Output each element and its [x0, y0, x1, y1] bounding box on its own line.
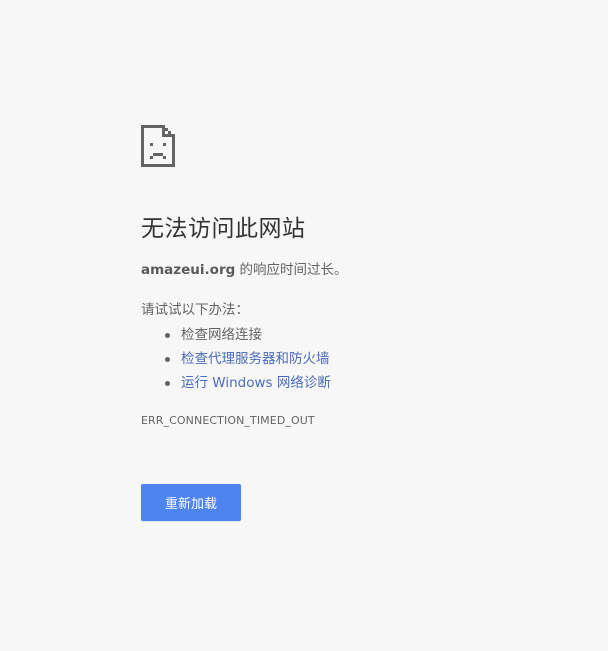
- suggestion-item: 运行 Windows 网络诊断: [165, 371, 581, 395]
- error-title: 无法访问此网站: [141, 216, 306, 242]
- suggestion-check-proxy-link[interactable]: 检查代理服务器和防火墙: [181, 351, 330, 367]
- suggestion-check-network: 检查网络连接: [181, 327, 262, 343]
- suggestion-run-diagnostics-link[interactable]: 运行 Windows 网络诊断: [181, 375, 331, 391]
- suggestion-item: 检查代理服务器和防火墙: [165, 347, 581, 371]
- suggestions-list: 检查网络连接 检查代理服务器和防火墙 运行 Windows 网络诊断: [141, 323, 581, 395]
- error-description: amazeui.org 的响应时间过长。: [141, 261, 581, 279]
- suggestion-item: 检查网络连接: [165, 323, 581, 347]
- sad-page-icon: [141, 125, 175, 167]
- error-content: 无法访问此网站 amazeui.org 的响应时间过长。 请试试以下办法： 检查…: [141, 125, 581, 427]
- site-name: amazeui.org: [141, 262, 236, 278]
- suggestions-heading: 请试试以下办法：: [141, 302, 249, 318]
- error-description-text: 的响应时间过长。: [235, 262, 348, 278]
- reload-button[interactable]: 重新加载: [141, 484, 241, 521]
- error-code: ERR_CONNECTION_TIMED_OUT: [141, 414, 315, 427]
- error-page: 无法访问此网站 amazeui.org 的响应时间过长。 请试试以下办法： 检查…: [0, 0, 608, 651]
